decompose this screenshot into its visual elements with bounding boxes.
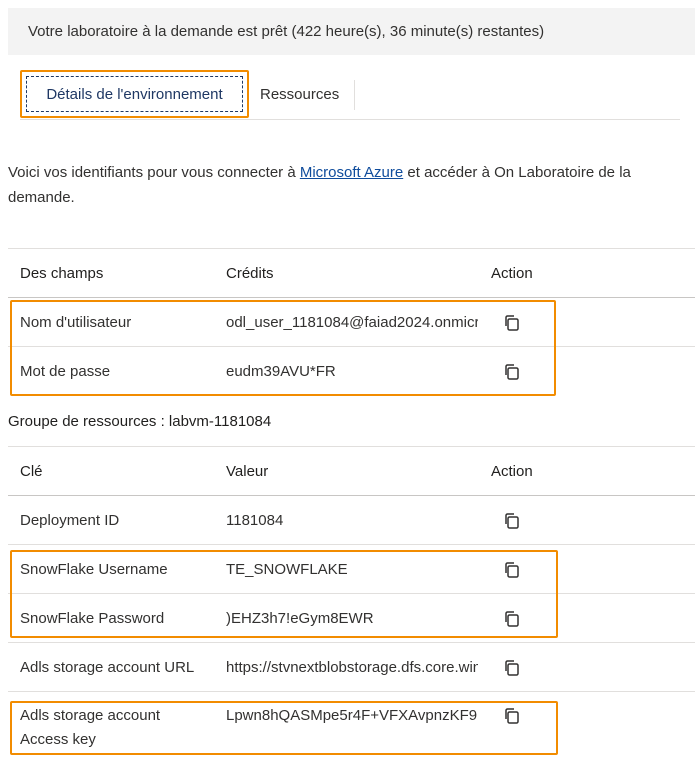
resources-table: Clé Valeur Action Deployment ID 1181084 … <box>8 446 695 756</box>
copy-icon[interactable] <box>502 706 522 726</box>
header-credits: Crédits <box>226 265 274 282</box>
table-row: Adls storage account Access key Lpwn8hQA… <box>8 691 695 756</box>
lab-status-banner: Votre laboratoire à la demande est prêt … <box>8 8 695 55</box>
copy-icon[interactable] <box>502 313 522 333</box>
tab-environment-details[interactable]: Détails de l'environnement <box>20 70 249 118</box>
key-adls-access-key-line2: Access key <box>20 731 96 748</box>
value-deployment-id: 1181084 <box>226 512 284 529</box>
value-snowflake-username: TE_SNOWFLAKE <box>226 561 348 578</box>
field-username: Nom d'utilisateur <box>20 314 132 331</box>
key-snowflake-username: SnowFlake Username <box>20 561 168 578</box>
value-password: eudm39AVU*FR <box>226 363 336 380</box>
resource-group-title: Groupe de ressources : labvm-1181084 <box>8 413 272 430</box>
key-adls-access-key: Adls storage account Access key <box>20 704 220 752</box>
key-adls-access-key-line1: Adls storage account <box>20 707 161 724</box>
header-action: Action <box>491 463 533 480</box>
key-adls-url: Adls storage account URL <box>20 659 195 676</box>
value-username: odl_user_1181084@faiad2024.onmicrosoft.c… <box>226 314 478 331</box>
table-row: Adls storage account URL https://stvnext… <box>8 642 695 691</box>
credentials-table: Des champs Crédits Action Nom d'utilisat… <box>8 248 695 395</box>
copy-icon[interactable] <box>502 658 522 678</box>
key-snowflake-password: SnowFlake Password <box>20 610 165 627</box>
credentials-header-row: Des champs Crédits Action <box>8 248 695 297</box>
resources-header-row: Clé Valeur Action <box>8 446 695 495</box>
table-row: Nom d'utilisateur odl_user_1181084@faiad… <box>8 297 695 346</box>
value-snowflake-password: )EHZ3h7!eGym8EWR <box>226 610 374 627</box>
intro-text-before: Voici vos identifiants pour vous connect… <box>8 164 300 181</box>
table-row: Mot de passe eudm39AVU*FR <box>8 346 695 395</box>
value-adls-url: https://stvnextblobstorage.dfs.core.wind… <box>226 659 478 676</box>
header-key: Clé <box>20 463 43 480</box>
intro-text: Voici vos identifiants pour vous connect… <box>8 160 693 210</box>
table-row: SnowFlake Password )EHZ3h7!eGym8EWR <box>8 593 695 642</box>
key-deployment-id: Deployment ID <box>20 512 120 529</box>
tab-bar: Détails de l'environnement Ressources <box>20 70 680 120</box>
value-adls-access-key: Lpwn8hQASMpe5r4F+VFXAvpnzKF9 <box>226 707 478 724</box>
header-value: Valeur <box>226 463 269 480</box>
copy-icon[interactable] <box>502 609 522 629</box>
copy-icon[interactable] <box>502 560 522 580</box>
tab-environment-details-label: Détails de l'environnement <box>26 76 243 112</box>
field-password: Mot de passe <box>20 363 111 380</box>
tab-resources[interactable]: Ressources <box>260 80 356 110</box>
header-action: Action <box>491 265 533 282</box>
copy-icon[interactable] <box>502 362 522 382</box>
header-fields: Des champs <box>20 265 104 282</box>
microsoft-azure-link[interactable]: Microsoft Azure <box>300 164 403 181</box>
table-row: Deployment ID 1181084 <box>8 495 695 544</box>
copy-icon[interactable] <box>502 511 522 531</box>
table-row: SnowFlake Username TE_SNOWFLAKE <box>8 544 695 593</box>
